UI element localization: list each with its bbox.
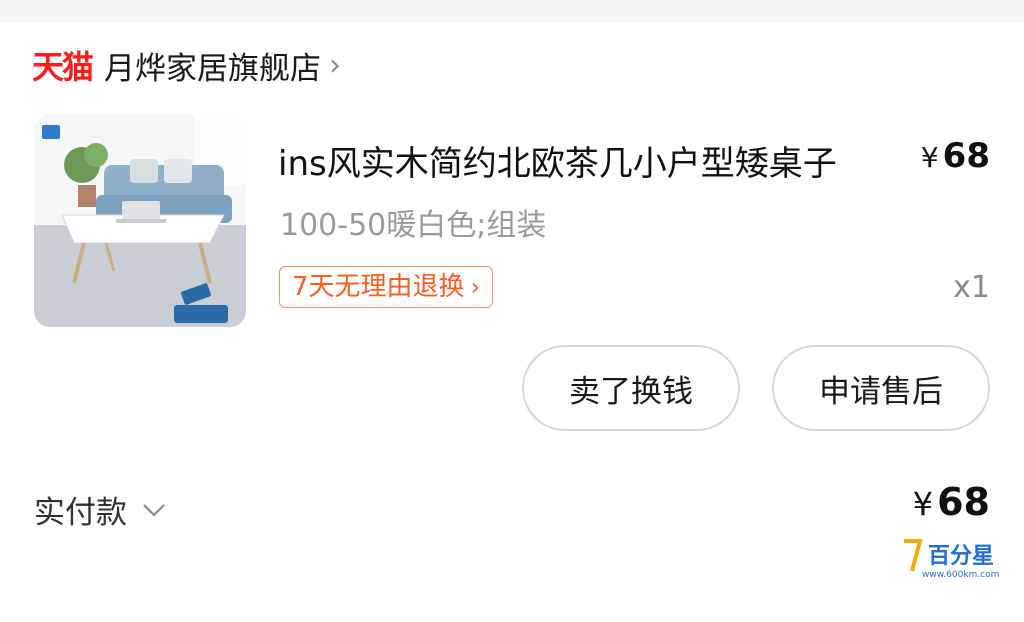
product-thumbnail[interactable]	[34, 115, 246, 327]
watermark-logo: 百分星 www.600km.com	[904, 539, 999, 580]
product-spec: 100-50暖白色;组装	[280, 208, 547, 243]
sell-button[interactable]: 卖了换钱	[522, 345, 740, 431]
chevron-right-icon: ›	[470, 273, 481, 301]
currency-symbol: ¥	[912, 485, 934, 523]
tmall-logo: 天猫	[32, 48, 94, 86]
price-value: 68	[942, 136, 990, 176]
store-header[interactable]: 天猫 月烨家居旗舰店 ›	[32, 40, 341, 90]
store-name[interactable]: 月烨家居旗舰店	[104, 43, 321, 88]
after-sales-button[interactable]: 申请售后	[772, 345, 990, 431]
coffee-table-image	[34, 115, 246, 327]
paid-amount-label[interactable]: 实付款	[34, 487, 167, 532]
paid-amount: ¥68	[913, 480, 990, 524]
currency-symbol: ¥	[920, 141, 939, 174]
chevron-down-icon	[143, 503, 165, 517]
paid-amount-value: 68	[937, 480, 990, 524]
return-policy-text: 7天无理由退换	[292, 272, 465, 302]
watermark-text: 百分星	[928, 544, 994, 569]
product-title[interactable]: ins风实木简约北欧茶几小户型矮桌子	[278, 136, 837, 185]
chevron-right-icon: ›	[329, 47, 342, 83]
product-price: ¥68	[921, 136, 990, 176]
return-policy-badge[interactable]: 7天无理由退换 ›	[279, 266, 494, 308]
product-quantity: x1	[953, 270, 990, 305]
watermark-url: www.600km.com	[922, 570, 999, 580]
paid-label-text: 实付款	[34, 495, 127, 531]
